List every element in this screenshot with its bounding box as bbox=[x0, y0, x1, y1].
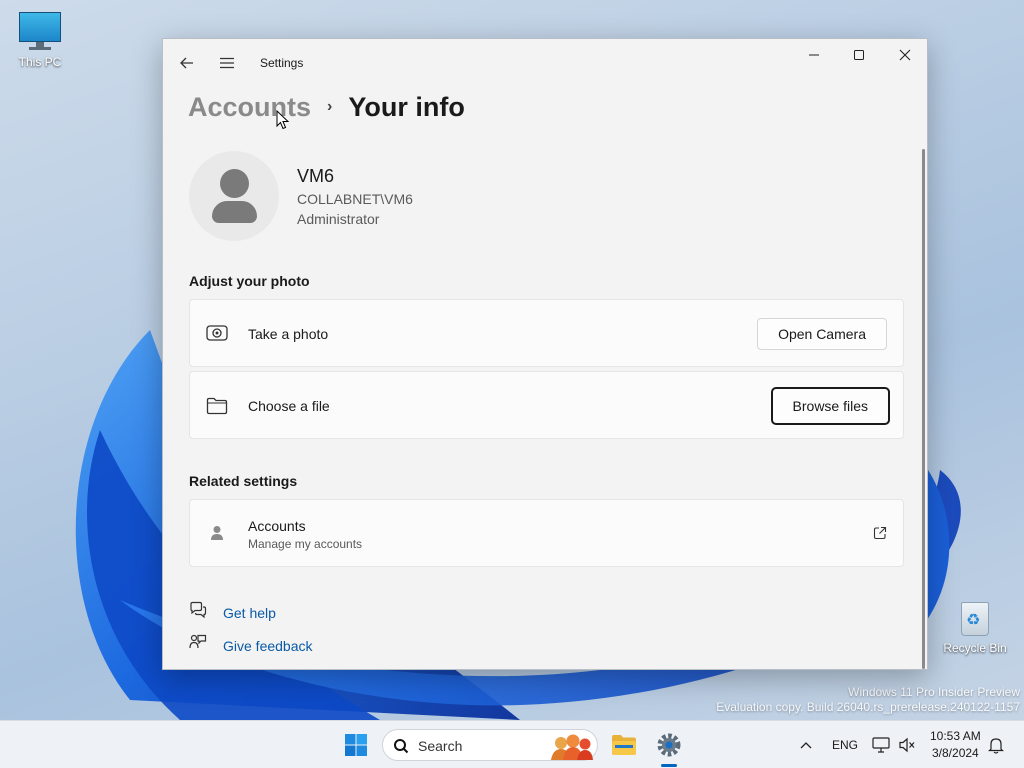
search-highlight-people-icon bbox=[551, 734, 593, 760]
search-placeholder: Search bbox=[418, 738, 463, 754]
adjust-photo-heading: Adjust your photo bbox=[189, 273, 310, 289]
app-title: Settings bbox=[260, 56, 304, 70]
open-camera-button[interactable]: Open Camera bbox=[757, 318, 887, 350]
chevron-up-icon bbox=[800, 742, 812, 749]
bell-icon bbox=[988, 738, 1004, 754]
navigation-menu-button[interactable] bbox=[211, 47, 243, 79]
file-explorer-icon bbox=[612, 735, 636, 755]
settings-taskbar-button[interactable] bbox=[652, 729, 686, 761]
search-icon bbox=[394, 739, 409, 754]
person-icon bbox=[210, 525, 224, 546]
taskbar-search-box[interactable]: Search bbox=[382, 729, 598, 761]
folder-icon bbox=[206, 397, 228, 420]
choose-file-card: Choose a file Browse files bbox=[189, 371, 904, 439]
gear-icon bbox=[657, 733, 681, 757]
breadcrumb-accounts-link[interactable]: Accounts bbox=[188, 92, 311, 123]
avatar bbox=[189, 151, 279, 241]
speaker-muted-icon bbox=[899, 737, 915, 753]
hamburger-menu-icon bbox=[220, 57, 234, 69]
breadcrumb-chevron-icon: › bbox=[327, 98, 333, 115]
get-help-label[interactable]: Get help bbox=[223, 605, 276, 621]
profile-header: VM6 COLLABNET\VM6 Administrator bbox=[189, 151, 589, 241]
recycle-bin-shortcut[interactable]: ♻ Recycle Bin bbox=[935, 598, 1015, 655]
monitor-icon bbox=[19, 12, 61, 52]
close-button[interactable] bbox=[882, 39, 927, 71]
user-silhouette-icon bbox=[220, 169, 249, 198]
notifications-button[interactable] bbox=[986, 729, 1006, 761]
minimize-icon bbox=[809, 54, 819, 56]
help-chat-icon bbox=[189, 601, 207, 624]
take-photo-card: Take a photo Open Camera bbox=[189, 299, 904, 367]
choose-file-label: Choose a file bbox=[248, 398, 330, 414]
browse-files-button[interactable]: Browse files bbox=[770, 387, 890, 425]
breadcrumb: Accounts › Your info bbox=[188, 87, 465, 127]
take-photo-label: Take a photo bbox=[248, 326, 329, 342]
minimize-button[interactable] bbox=[791, 39, 837, 71]
scrollbar[interactable] bbox=[922, 149, 925, 669]
start-button[interactable] bbox=[340, 729, 372, 761]
related-settings-heading: Related settings bbox=[189, 473, 298, 489]
mouse-cursor-icon bbox=[276, 109, 290, 135]
windows-logo-icon bbox=[345, 734, 367, 756]
page-title: Your info bbox=[348, 91, 465, 122]
accounts-related-card[interactable]: Accounts Manage my accounts bbox=[189, 499, 904, 567]
maximize-button[interactable] bbox=[836, 39, 882, 71]
file-explorer-button[interactable] bbox=[608, 729, 640, 761]
recycle-bin-icon: ♻ bbox=[958, 598, 992, 638]
input-language-indicator[interactable]: ENG bbox=[832, 738, 858, 752]
recycle-bin-label: Recycle Bin bbox=[943, 641, 1007, 655]
close-icon bbox=[899, 49, 911, 61]
give-feedback-link[interactable]: Give feedback bbox=[189, 634, 313, 657]
accounts-related-subtitle: Manage my accounts bbox=[248, 537, 363, 551]
taskbar: Search ENG 10:53 AM 3/8/2024 bbox=[0, 720, 1024, 768]
clock-date[interactable]: 3/8/2024 bbox=[932, 746, 979, 760]
evaluation-watermark: Windows 11 Pro Insider Preview Evaluatio… bbox=[716, 685, 1020, 715]
network-icon bbox=[872, 737, 890, 753]
this-pc-shortcut[interactable]: This PC bbox=[0, 12, 80, 69]
active-app-indicator bbox=[661, 764, 677, 767]
title-bar[interactable]: Settings bbox=[163, 39, 927, 87]
network-tray-button[interactable] bbox=[871, 729, 891, 761]
camera-icon bbox=[206, 324, 228, 347]
back-button[interactable] bbox=[171, 47, 203, 79]
clock-time[interactable]: 10:53 AM bbox=[930, 729, 981, 743]
back-arrow-icon bbox=[180, 57, 193, 69]
user-role: Administrator bbox=[297, 211, 380, 227]
volume-tray-button[interactable] bbox=[897, 729, 917, 761]
watermark-line-2: Evaluation copy. Build 26040.rs_prerelea… bbox=[716, 700, 1020, 714]
give-feedback-label[interactable]: Give feedback bbox=[223, 638, 313, 654]
this-pc-label: This PC bbox=[18, 55, 62, 69]
user-display-name: VM6 bbox=[297, 166, 335, 186]
watermark-line-1: Windows 11 Pro Insider Preview bbox=[848, 685, 1020, 699]
show-hidden-icons-button[interactable] bbox=[794, 729, 818, 761]
maximize-icon bbox=[854, 50, 864, 60]
accounts-related-title: Accounts bbox=[248, 518, 306, 534]
user-domain-account: COLLABNET\VM6 bbox=[297, 191, 413, 207]
open-external-icon bbox=[873, 526, 887, 545]
get-help-link[interactable]: Get help bbox=[189, 601, 276, 624]
feedback-icon bbox=[189, 634, 207, 657]
